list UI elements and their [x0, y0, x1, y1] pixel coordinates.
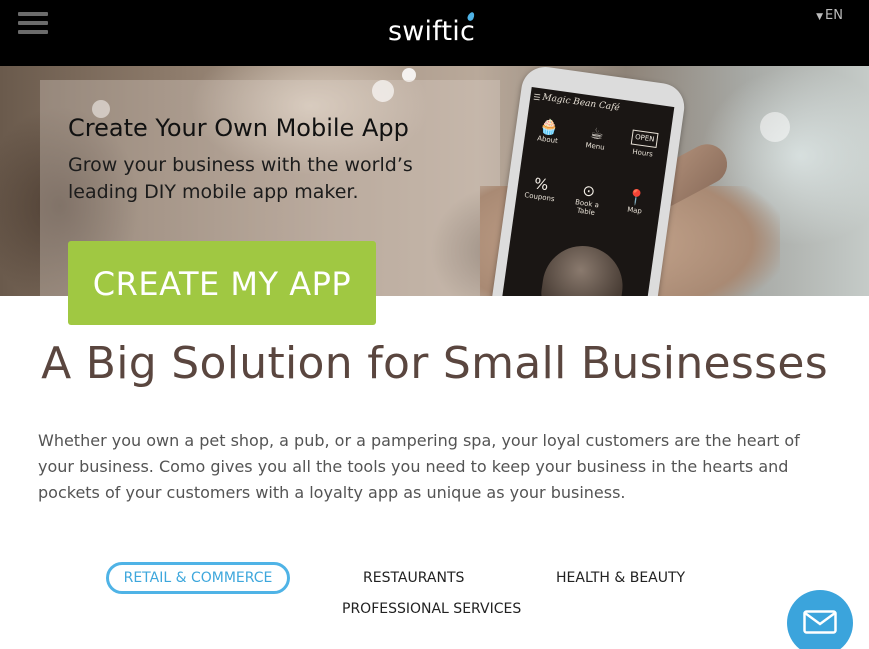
hero-subtitle: Grow your business with the world’s lead…	[68, 154, 413, 203]
section-body-text: Whether you own a pet shop, a pub, or a …	[38, 431, 800, 502]
create-my-app-button[interactable]: CREATE MY APP	[68, 241, 376, 325]
plate-icon: ⊙ Book a Table	[574, 181, 600, 218]
open-sign-icon: OPEN Hours	[623, 129, 664, 160]
language-label: EN	[825, 8, 843, 23]
phone-app-name: Magic Bean Café	[541, 92, 621, 114]
phone-mockup: ☰ Magic Bean Café 🧁 About ☕ Menu OPEN Hours…	[488, 66, 688, 296]
hero-title: Create Your Own Mobile App	[68, 114, 409, 142]
phone-screen: ☰ Magic Bean Café 🧁 About ☕ Menu OPEN Hours…	[500, 87, 675, 296]
section-headline: A Big Solution for Small Businesses	[41, 338, 828, 389]
tab-restaurants[interactable]: RESTAURANTS	[363, 570, 464, 586]
contact-mail-button[interactable]	[787, 590, 853, 649]
swiftic-logo[interactable]: swiftic	[388, 11, 488, 52]
cupcake-photo	[538, 240, 628, 296]
tab-professional-services[interactable]: PROFESSIONAL SERVICES	[342, 601, 521, 617]
top-navigation-bar: swiftic ▼ EN	[0, 0, 869, 66]
logo-text: swiftic	[388, 16, 476, 47]
tab-health-beauty[interactable]: HEALTH & BEAUTY	[556, 570, 685, 586]
cupcake-icon: 🧁 About	[536, 116, 560, 146]
mail-envelope-icon	[803, 610, 837, 634]
map-pin-icon: 📍 Map	[625, 187, 647, 216]
coffee-cup-icon: ☕ Menu	[584, 123, 606, 152]
phone-menu-icon: ☰	[532, 92, 542, 103]
hamburger-icon[interactable]	[18, 12, 48, 34]
chevron-down-icon: ▼	[816, 12, 824, 22]
tab-retail-commerce[interactable]: RETAIL & COMMERCE	[106, 562, 290, 594]
coupon-icon: % Coupons	[523, 174, 556, 204]
bokeh-light	[760, 112, 790, 142]
language-selector[interactable]: ▼ EN	[816, 8, 843, 23]
